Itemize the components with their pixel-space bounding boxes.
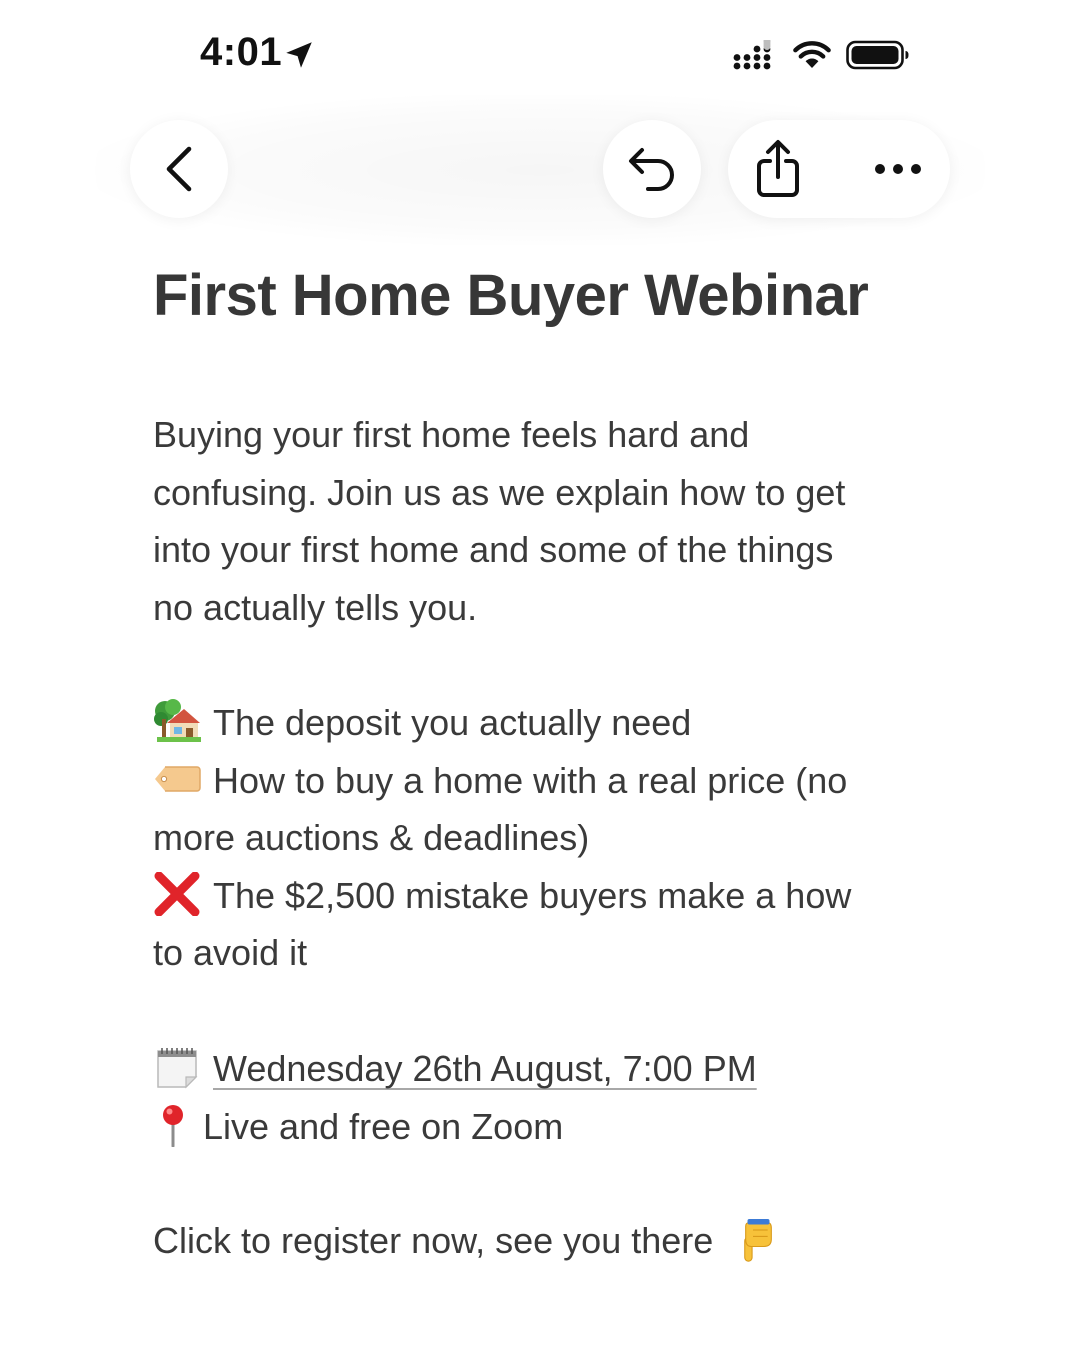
undo-button[interactable]: [603, 120, 701, 218]
status-bar: 4:01: [0, 0, 1080, 110]
event-date-link[interactable]: Wednesday 26th August, 7:00 PM: [213, 1048, 757, 1089]
list-item-text: The $2,500 mistake buyers make a how: [213, 874, 852, 916]
list-item-continuation: more auctions & deadlines): [153, 817, 590, 858]
page-title: First Home Buyer Webinar: [153, 263, 869, 328]
list-item-continuation: to avoid it: [153, 932, 308, 973]
list-item: The $2,500 mistake buyers make a how: [153, 867, 913, 925]
cta-row: Click to register now, see you there: [153, 1212, 913, 1270]
cta-text: Click to register now, see you there: [153, 1220, 714, 1261]
pointing-down-hand-icon: [744, 1219, 773, 1262]
event-location-text: Live and free on Zoom: [203, 1105, 564, 1147]
round-pushpin-icon: [163, 1104, 183, 1147]
intro-line: confusing. Join us as we explain how to …: [153, 471, 846, 513]
intro-paragraph: Buying your first home feels hard and co…: [153, 406, 913, 636]
cellular-signal-icon: [733, 40, 771, 70]
list-item-text: The deposit you actually need: [213, 702, 692, 743]
list-item: The deposit you actually need: [153, 694, 913, 752]
wifi-icon: [793, 41, 831, 68]
intro-line: no actually tells you.: [153, 586, 478, 628]
ellipsis-icon: [875, 164, 921, 174]
share-button[interactable]: [728, 120, 828, 218]
battery-icon: [846, 40, 909, 70]
event-location-row: Live and free on Zoom: [153, 1098, 913, 1156]
price-tag-icon: [155, 765, 201, 792]
list-item-text: How to buy a home with a real price (no: [213, 759, 848, 801]
back-button[interactable]: [130, 120, 228, 218]
intro-line: into your first home and some of the thi…: [153, 529, 834, 570]
calendar-icon: [157, 1048, 198, 1089]
list-item: How to buy a home with a real price (no: [153, 752, 913, 810]
event-date-row: Wednesday 26th August, 7:00 PM: [153, 1040, 913, 1098]
location-arrow-icon: [286, 42, 312, 68]
undo-arrow-icon: [629, 148, 674, 191]
status-time: 4:01: [200, 30, 283, 74]
chevron-left-icon: [166, 146, 192, 192]
house-with-garden-icon: [154, 699, 201, 742]
call-to-action: Click to register now, see you there: [153, 1212, 913, 1270]
feature-list: The deposit you actually need How to buy…: [153, 694, 913, 982]
event-details: Wednesday 26th August, 7:00 PM Live and …: [153, 1040, 913, 1155]
red-cross-mark-icon: [154, 871, 200, 916]
intro-line: Buying your first home feels hard and: [153, 414, 750, 455]
share-icon: [757, 140, 799, 197]
more-options-button[interactable]: [848, 120, 948, 218]
actions-group: [728, 120, 950, 218]
